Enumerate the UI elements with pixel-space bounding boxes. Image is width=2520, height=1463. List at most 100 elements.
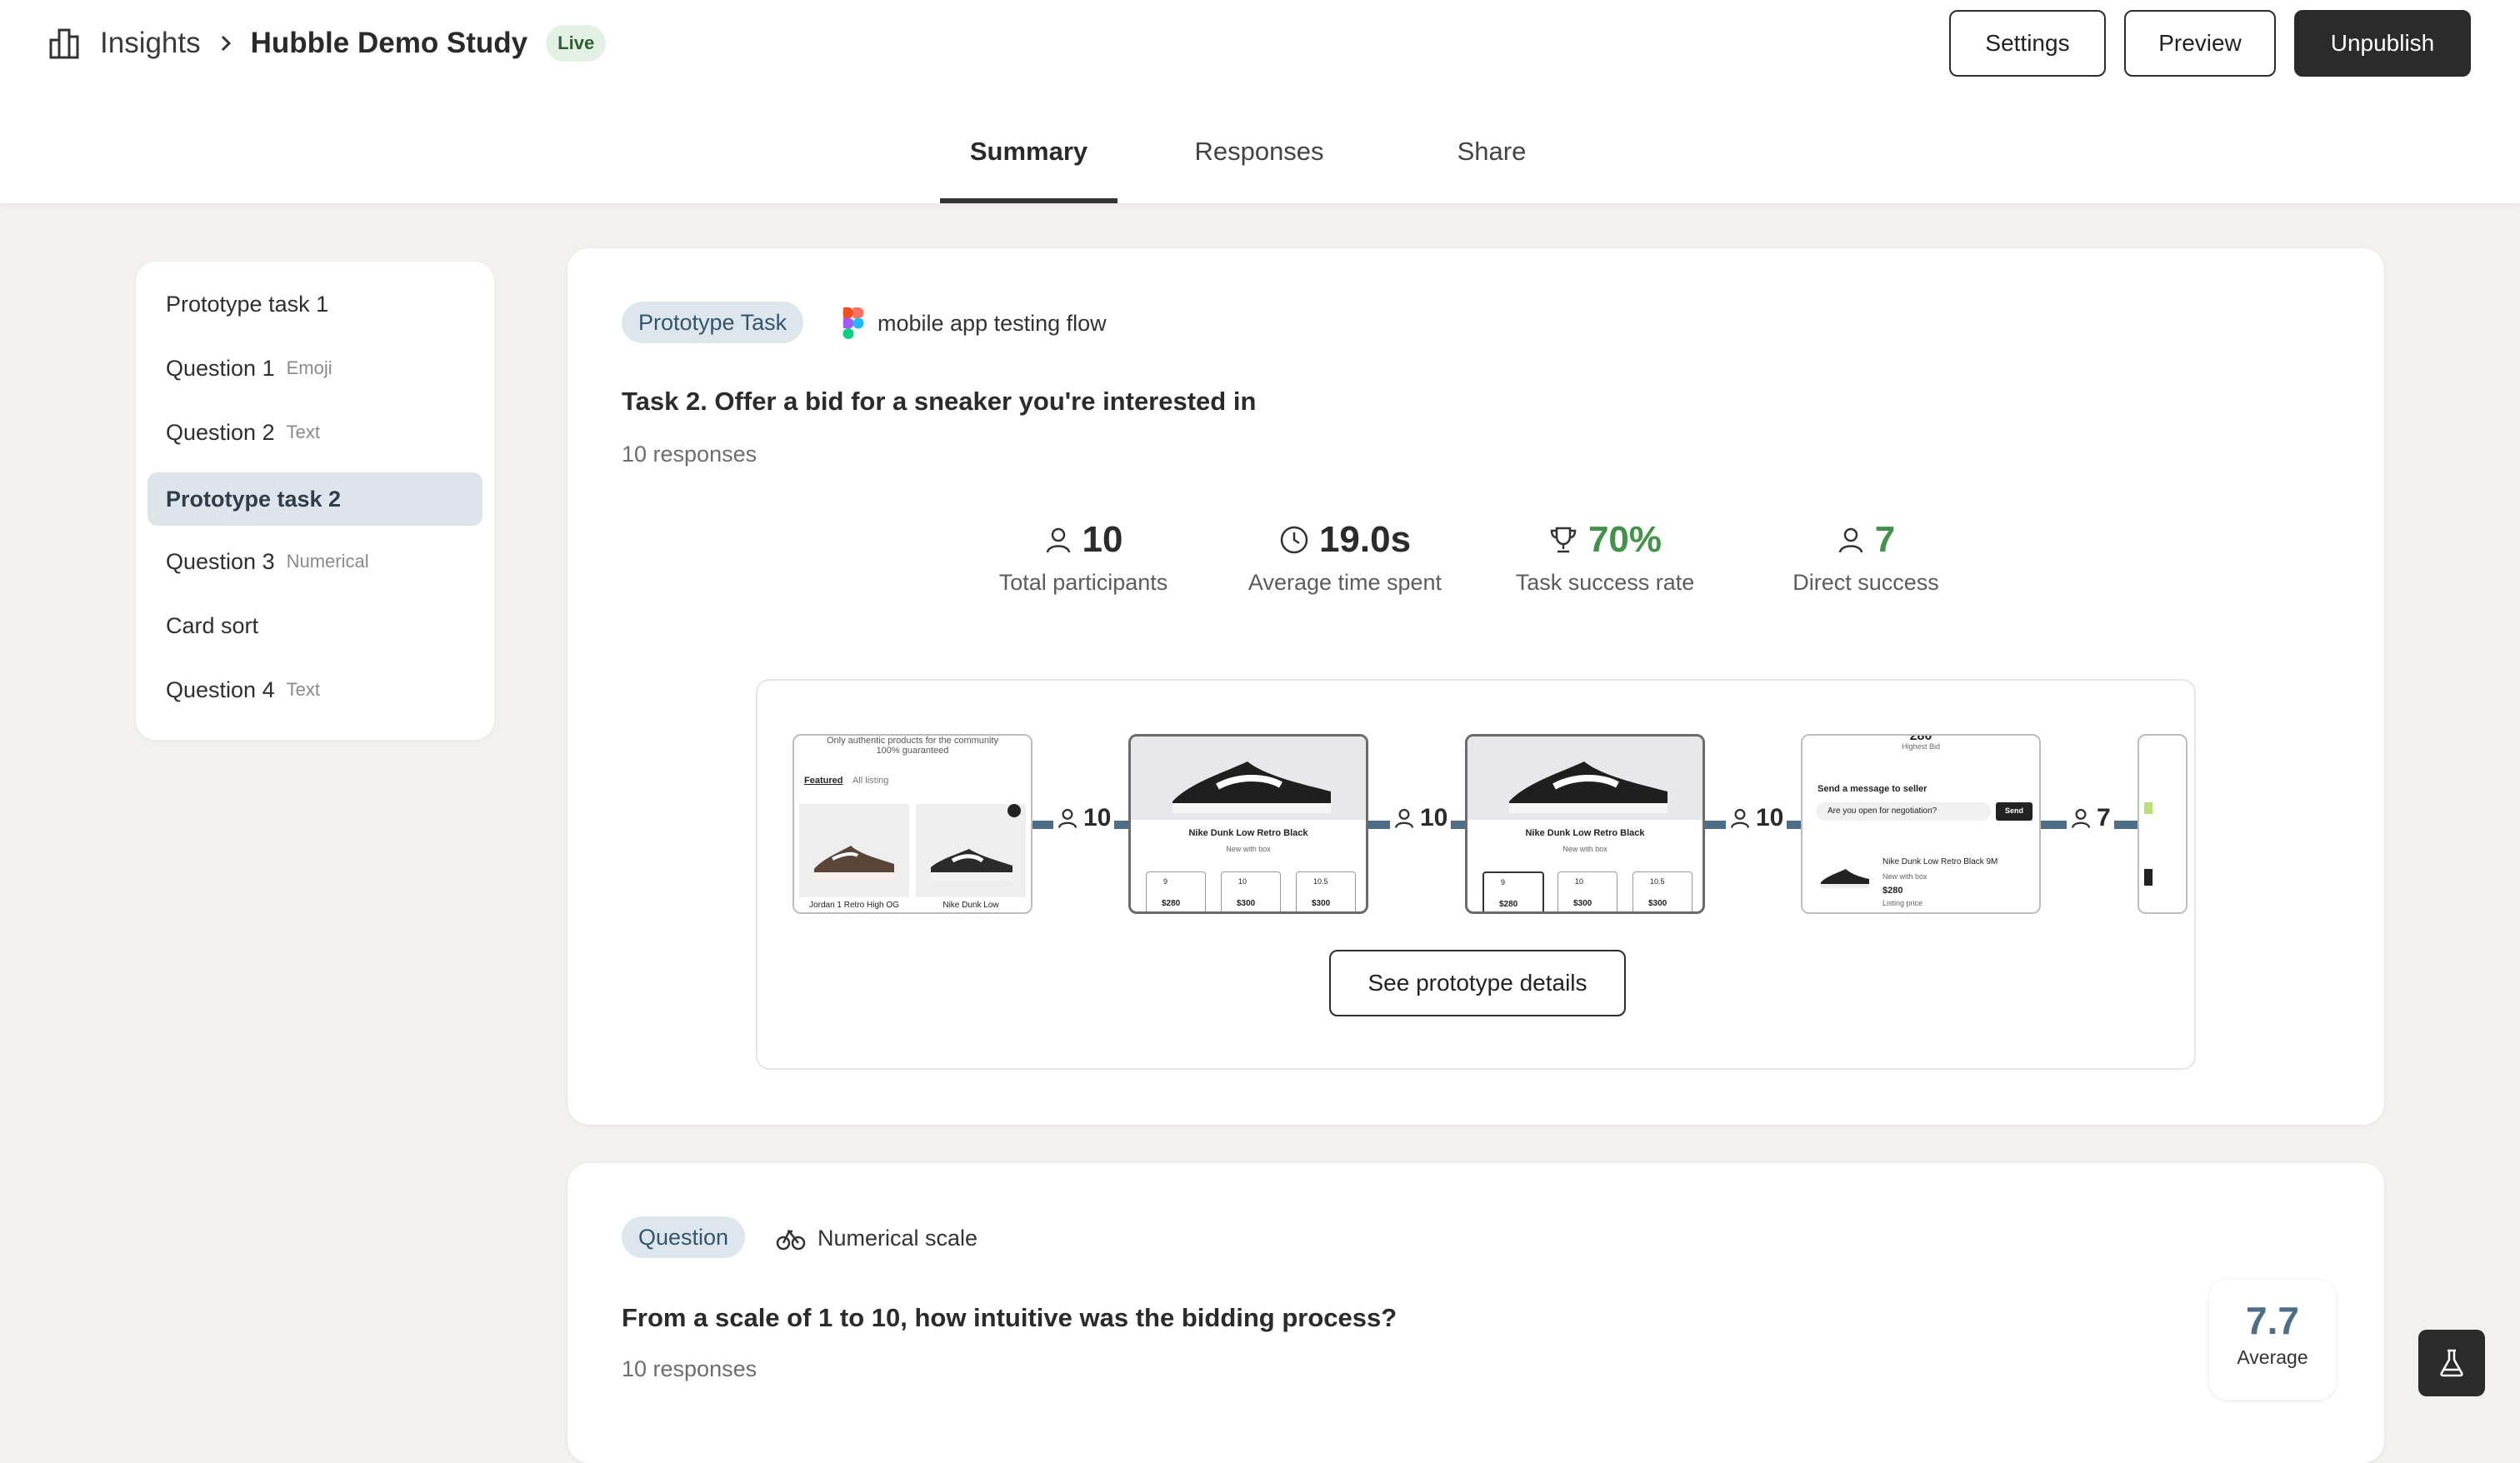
breadcrumb-insights-link[interactable]: Insights <box>100 27 201 60</box>
size-price: $280 <box>1162 899 1181 908</box>
screen-price-label: Listing price <box>1882 899 1923 907</box>
sidebar-item-question-1[interactable]: Question 1 Emoji <box>148 342 482 395</box>
size-price: $300 <box>1237 899 1256 908</box>
stat-label: Task success rate <box>1515 570 1695 595</box>
unpublish-button[interactable]: Unpublish <box>2294 10 2471 77</box>
flow-count: 10 <box>1053 804 1115 832</box>
size-option: 10 $300 <box>1558 871 1618 911</box>
insights-icon[interactable] <box>48 27 82 60</box>
sidebar-item-type: Text <box>286 679 320 700</box>
prototype-task-tag: Prototype Task <box>622 302 804 343</box>
stat-label: Total participants <box>998 570 1168 595</box>
user-icon <box>1729 807 1751 829</box>
sidebar-item-label: Question 4 <box>166 677 275 702</box>
sidebar-item-question-4[interactable]: Question 4 Text <box>148 663 482 717</box>
screen-tab-all: All listing <box>852 776 889 786</box>
prototype-screen-2[interactable]: Nike Dunk Low Retro Black New with box 9… <box>1128 734 1368 914</box>
preview-button[interactable]: Preview <box>2124 10 2276 77</box>
screen-product-mark <box>2144 869 2152 886</box>
flow-count-value: 10 <box>1756 804 1784 831</box>
breadcrumb: Insights Hubble Demo Study Live <box>48 23 607 63</box>
stat-label: Average time spent <box>1248 570 1442 595</box>
sidebar-item-question-2[interactable]: Question 2 Text <box>148 406 482 459</box>
flow-name-label: mobile app testing flow <box>878 310 1107 336</box>
size-label: 10.5 <box>1313 877 1328 886</box>
screen-send-label: Send <box>2004 806 2023 815</box>
size-option: 10.5 $300 <box>1632 871 1692 911</box>
sidebar-item-label: Question 2 <box>166 419 275 445</box>
active-tab-indicator <box>940 198 1118 203</box>
stat-value: 70% <box>1588 519 1662 560</box>
stat-total-participants: 10 Total participants <box>958 515 1208 596</box>
prototype-screen-5[interactable] <box>2138 734 2188 914</box>
size-price: $300 <box>1312 899 1331 908</box>
size-label: 10 <box>1575 877 1584 886</box>
stat-direct-success: 7 Direct success <box>1741 515 1991 596</box>
lab-flask-button[interactable] <box>2418 1330 2485 1396</box>
size-label: 10 <box>1238 877 1248 886</box>
user-icon <box>1837 526 1865 554</box>
sidebar-item-type: Numerical <box>286 551 369 572</box>
screen-product-right: Nike Dunk Low <box>942 901 999 910</box>
prototype-screen-3[interactable]: Nike Dunk Low Retro Black New with box 9… <box>1465 734 1705 914</box>
flow-count: 10 <box>1390 804 1452 832</box>
size-option: 10 $300 <box>1221 871 1281 911</box>
sidebar-item-type: Text <box>286 422 320 442</box>
product-image-dunk <box>916 804 1026 897</box>
sidebar-item-prototype-task-2[interactable]: Prototype task 2 <box>148 472 482 526</box>
stat-value: 7 <box>1874 519 1896 560</box>
see-prototype-details-button[interactable]: See prototype details <box>1329 950 1626 1016</box>
screen-send-button: Send <box>1996 802 2032 821</box>
status-badge: Live <box>546 25 607 62</box>
flow-count-value: 10 <box>1420 804 1448 831</box>
sidebar-item-card-sort[interactable]: Card sort <box>148 599 482 652</box>
tab-summary[interactable]: Summary <box>940 100 1118 203</box>
size-option: 10.5 $300 <box>1296 871 1356 911</box>
tab-share[interactable]: Share <box>1408 100 1575 203</box>
settings-button[interactable]: Settings <box>1949 10 2106 77</box>
clock-icon <box>1279 525 1309 555</box>
sidebar-item-label: Prototype task 1 <box>166 291 329 317</box>
screen-product-name: Nike Dunk Low Retro Black <box>1188 828 1308 838</box>
flow-count-value: 7 <box>2097 804 2111 831</box>
stat-task-success-rate: 70% Task success rate <box>1480 515 1730 596</box>
screen-accent-mark <box>2144 802 2152 814</box>
stat-average-time: 19.0s Average time spent <box>1220 515 1470 596</box>
average-label: Average <box>2237 1346 2308 1368</box>
screen-guarantee: 100% guaranteed <box>876 746 949 756</box>
tab-responses[interactable]: Responses <box>1172 100 1347 203</box>
screen-product-left: Jordan 1 Retro High OG <box>809 901 899 910</box>
section-sidebar: Prototype task 1 Question 1 Emoji Questi… <box>136 262 494 740</box>
size-label: 10.5 <box>1650 877 1665 886</box>
top-bar: Insights Hubble Demo Study Live Settings… <box>0 0 2520 100</box>
trophy-icon <box>1548 525 1578 555</box>
question-title: From a scale of 1 to 10, how intuitive w… <box>622 1303 1398 1332</box>
response-count: 10 responses <box>622 442 758 467</box>
sidebar-item-question-3[interactable]: Question 3 Numerical <box>148 535 482 588</box>
question-card: Question Numerical scale From a scale of… <box>568 1163 2384 1463</box>
prototype-flow-link[interactable]: mobile app testing flow <box>842 307 1107 340</box>
sidebar-item-label: Question 1 <box>166 355 275 381</box>
prototype-screen-4[interactable]: 280 Highest Bid Send a message to seller… <box>1801 734 2041 914</box>
sidebar-item-type: Emoji <box>286 357 332 378</box>
screen-tagline: Only authentic products for the communit… <box>826 736 999 746</box>
flow-count-value: 10 <box>1083 804 1112 831</box>
question-type: Numerical scale <box>776 1221 978 1255</box>
prototype-screen-1[interactable]: Only authentic products for the communit… <box>792 734 1032 914</box>
sidebar-item-prototype-task-1[interactable]: Prototype task 1 <box>148 277 482 331</box>
response-count: 10 responses <box>622 1356 758 1381</box>
average-score-box: 7.7 Average <box>2209 1280 2336 1400</box>
chevron-right-icon <box>219 33 232 53</box>
user-icon <box>2070 807 2092 829</box>
screen-condition: New with box <box>1226 845 1271 853</box>
question-tag: Question <box>622 1216 746 1258</box>
screen-product-name: Nike Dunk Low Retro Black <box>1525 828 1645 838</box>
screen-condition: New with box <box>1882 872 1928 881</box>
stat-label: Direct success <box>1792 570 1939 595</box>
flow-count: 10 <box>1726 804 1788 832</box>
size-price: $280 <box>1499 900 1518 909</box>
screen-condition: New with box <box>1562 845 1608 853</box>
sidebar-item-label: Prototype task 2 <box>166 486 342 512</box>
product-image-jordan <box>799 804 909 897</box>
sidebar-item-label: Question 3 <box>166 548 275 574</box>
